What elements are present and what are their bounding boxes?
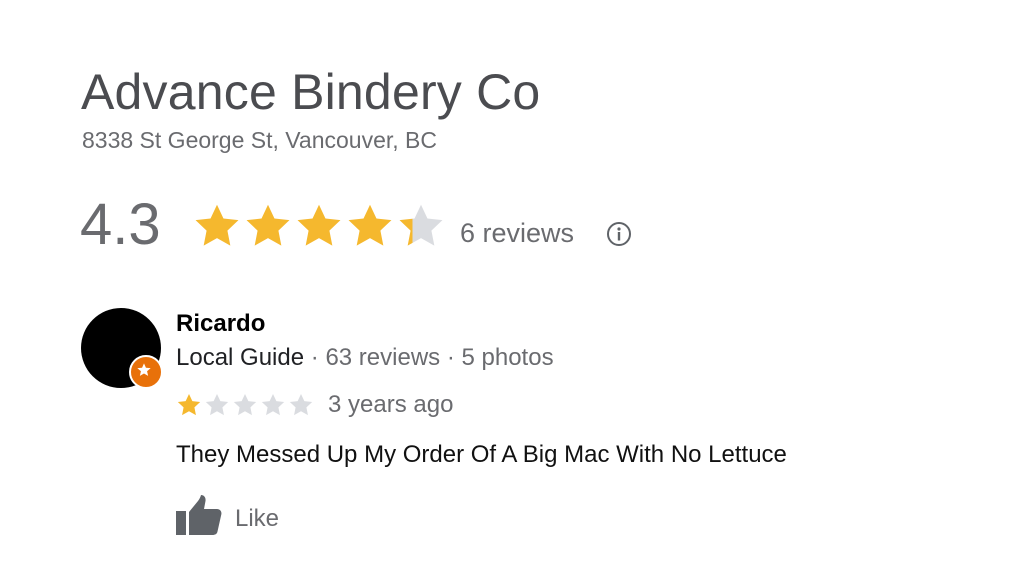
local-guide-label: Local Guide	[176, 344, 305, 371]
business-name: Advance Bindery Co	[81, 64, 541, 120]
review-time: 3 years ago	[328, 391, 454, 418]
star-icon	[289, 393, 313, 416]
star-icon	[246, 204, 290, 246]
thumbs-up-icon	[176, 494, 222, 541]
business-address: 8338 St George St, Vancouver, BC	[82, 127, 438, 153]
like-button[interactable]: Like	[176, 494, 296, 536]
review-count[interactable]: 6 reviews	[460, 216, 574, 250]
reviewer-name[interactable]: Ricardo	[176, 309, 265, 339]
rating-value: 4.3	[80, 192, 161, 257]
reviewer-review-count: 63 reviews	[325, 344, 441, 371]
star-icon	[177, 393, 201, 416]
reviewer-photo-count: 5 photos	[461, 344, 554, 371]
star-icon	[261, 393, 285, 416]
like-label: Like	[235, 505, 280, 532]
local-guide-badge-icon	[129, 355, 163, 389]
star-icon	[399, 204, 443, 246]
star-icon	[297, 204, 341, 246]
review-stars	[176, 392, 316, 418]
info-icon[interactable]	[606, 221, 632, 247]
review-text: They Messed Up My Order Of A Big Mac Wit…	[176, 441, 787, 468]
star-icon	[205, 393, 229, 416]
star-icon	[348, 204, 392, 246]
reviewer-meta: Local Guide · 63 reviews · 5 photos	[176, 343, 554, 373]
meta-separator: ·	[446, 344, 455, 371]
meta-separator: ·	[310, 344, 319, 371]
star-icon	[233, 393, 257, 416]
star-icon	[195, 204, 239, 246]
